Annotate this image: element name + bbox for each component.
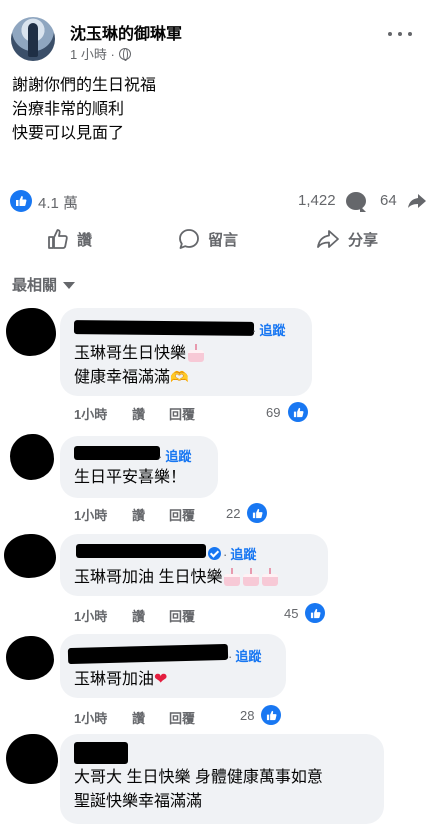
reaction-count[interactable]: 4.1 萬 [38, 192, 78, 213]
commenter-avatar[interactable] [6, 308, 56, 356]
redacted-commenter-name [76, 544, 206, 558]
comment-like-button[interactable]: 讚 [132, 404, 169, 423]
comment-text: 生日平安喜樂！ [74, 469, 187, 486]
follow-button[interactable]: · 追蹤 [252, 320, 285, 339]
comment-reply-button[interactable]: 回覆 [169, 708, 195, 727]
comment-like-count[interactable]: 22 [226, 506, 240, 521]
comment-sort-dropdown[interactable]: 最相關 [12, 274, 76, 295]
comment-reply-button[interactable]: 回覆 [169, 505, 195, 524]
follow-button[interactable]: · 追蹤 [228, 646, 261, 665]
redacted-commenter-name [74, 446, 160, 460]
comment-text: 玉琳哥加油 生日快樂 [74, 566, 279, 590]
comment-like-count[interactable]: 69 [266, 405, 280, 420]
comment-reply-button[interactable]: 回覆 [169, 606, 195, 625]
post-action-bar: 讚 留言 分享 [0, 222, 441, 262]
heart-emoji: ❤ [154, 671, 168, 688]
comment-time[interactable]: 1小時 [74, 505, 132, 524]
like-reaction-icon [261, 705, 281, 725]
share-button[interactable]: 分享 [316, 228, 378, 250]
post-time[interactable]: 1 小時 · [70, 44, 115, 63]
post-line: 謝謝你們的生日祝福 [12, 77, 157, 94]
comment-count[interactable]: 1,422 [298, 192, 336, 209]
comment-actions: 1小時 讚 回覆 [74, 505, 195, 524]
comment-bubble: · 追蹤 玉琳哥加油 生日快樂 [60, 534, 328, 596]
comment-item: · 追蹤 玉琳哥加油❤ 1小時 讚 回覆 28 [0, 632, 441, 732]
like-icon [48, 229, 68, 249]
like-reaction-icon [305, 603, 325, 623]
share-count[interactable]: 64 [380, 192, 397, 209]
comment-time[interactable]: 1小時 [74, 708, 132, 727]
like-button-label: 讚 [77, 231, 93, 249]
page-name[interactable]: 沈玉琳的御琳軍 [70, 20, 182, 44]
commenter-avatar[interactable] [6, 734, 58, 784]
post-line: 快要可以見面了 [12, 125, 125, 142]
follow-button[interactable]: · 追蹤 [158, 446, 191, 465]
post-body: 謝謝你們的生日祝福 治療非常的順利 快要可以見面了 [12, 74, 422, 146]
share-icon [317, 230, 339, 248]
comment-actions: 1小時 讚 回覆 [74, 708, 195, 727]
comment-count-icon [346, 192, 366, 212]
comment-button-label: 留言 [208, 231, 239, 249]
comment-like-button[interactable]: 讚 [132, 505, 169, 524]
globe-icon [118, 47, 131, 61]
chevron-down-icon [63, 282, 76, 289]
share-button-label: 分享 [348, 231, 379, 249]
comment-bubble: 大哥大 生日快樂 身體健康萬事如意 聖誕快樂幸福滿滿 [60, 734, 384, 824]
comment-item: 大哥大 生日快樂 身體健康萬事如意 聖誕快樂幸福滿滿 [0, 732, 441, 829]
like-button[interactable]: 讚 [47, 228, 92, 250]
comment-bubble: · 追蹤 玉琳哥加油❤ [60, 634, 286, 698]
page-avatar[interactable] [11, 17, 55, 61]
cake-emoji [242, 568, 260, 586]
like-reaction-icon [288, 402, 308, 422]
comment-icon [179, 229, 199, 249]
comment-like-button[interactable]: 讚 [132, 606, 169, 625]
comment-bubble: · 追蹤 生日平安喜樂！ [60, 436, 218, 498]
redacted-commenter-name [67, 643, 229, 665]
comment-actions: 1小時 讚 回覆 [74, 404, 195, 423]
cake-emoji [223, 568, 241, 586]
hands-emoji: 🫶 [170, 369, 189, 386]
like-reaction-icon [10, 190, 32, 212]
post-header: 沈玉琳的御琳軍 1 小時 · [0, 0, 441, 62]
comment-item: · 追蹤 玉琳哥生日快樂 健康幸福滿滿🫶 1小時 讚 回覆 69 [0, 300, 441, 430]
cake-emoji [187, 344, 205, 362]
comment-text: 聖誕快樂幸福滿滿 [74, 793, 203, 810]
like-reaction-icon [247, 503, 267, 523]
sort-label: 最相關 [12, 277, 58, 294]
post-meta: 1 小時 · [70, 44, 131, 63]
verified-icon [208, 547, 221, 560]
share-count-icon [408, 194, 426, 208]
comment-like-count[interactable]: 45 [284, 606, 298, 621]
comment-text: 玉琳哥加油❤ [74, 668, 167, 692]
comment-actions: 1小時 讚 回覆 [74, 606, 195, 625]
post-stats: 4.1 萬 1,422 64 [0, 186, 441, 214]
comment-text: 健康幸福滿滿🫶 [74, 366, 189, 390]
cake-emoji [261, 568, 279, 586]
post-line: 治療非常的順利 [12, 101, 125, 118]
commenter-avatar[interactable] [6, 636, 54, 680]
comment-reply-button[interactable]: 回覆 [169, 404, 195, 423]
redacted-commenter-name [74, 742, 128, 764]
comment-time[interactable]: 1小時 [74, 404, 132, 423]
comment-like-button[interactable]: 讚 [132, 708, 169, 727]
comment-text: 大哥大 生日快樂 身體健康萬事如意 [74, 769, 323, 786]
more-options-icon[interactable] [388, 28, 412, 40]
comment-time[interactable]: 1小時 [74, 606, 132, 625]
comment-text: 玉琳哥生日快樂 [74, 342, 205, 366]
commenter-avatar[interactable] [10, 434, 54, 480]
comment-bubble: · 追蹤 玉琳哥生日快樂 健康幸福滿滿🫶 [60, 308, 312, 396]
comment-item: · 追蹤 生日平安喜樂！ 1小時 讚 回覆 22 [0, 432, 441, 532]
comment-item: · 追蹤 玉琳哥加油 生日快樂 1小時 讚 回覆 45 [0, 532, 441, 632]
comment-like-count[interactable]: 28 [240, 708, 254, 723]
follow-button[interactable]: · 追蹤 [208, 544, 256, 563]
redacted-commenter-name [73, 320, 255, 336]
commenter-avatar[interactable] [4, 534, 56, 578]
comment-button[interactable]: 留言 [178, 228, 441, 250]
